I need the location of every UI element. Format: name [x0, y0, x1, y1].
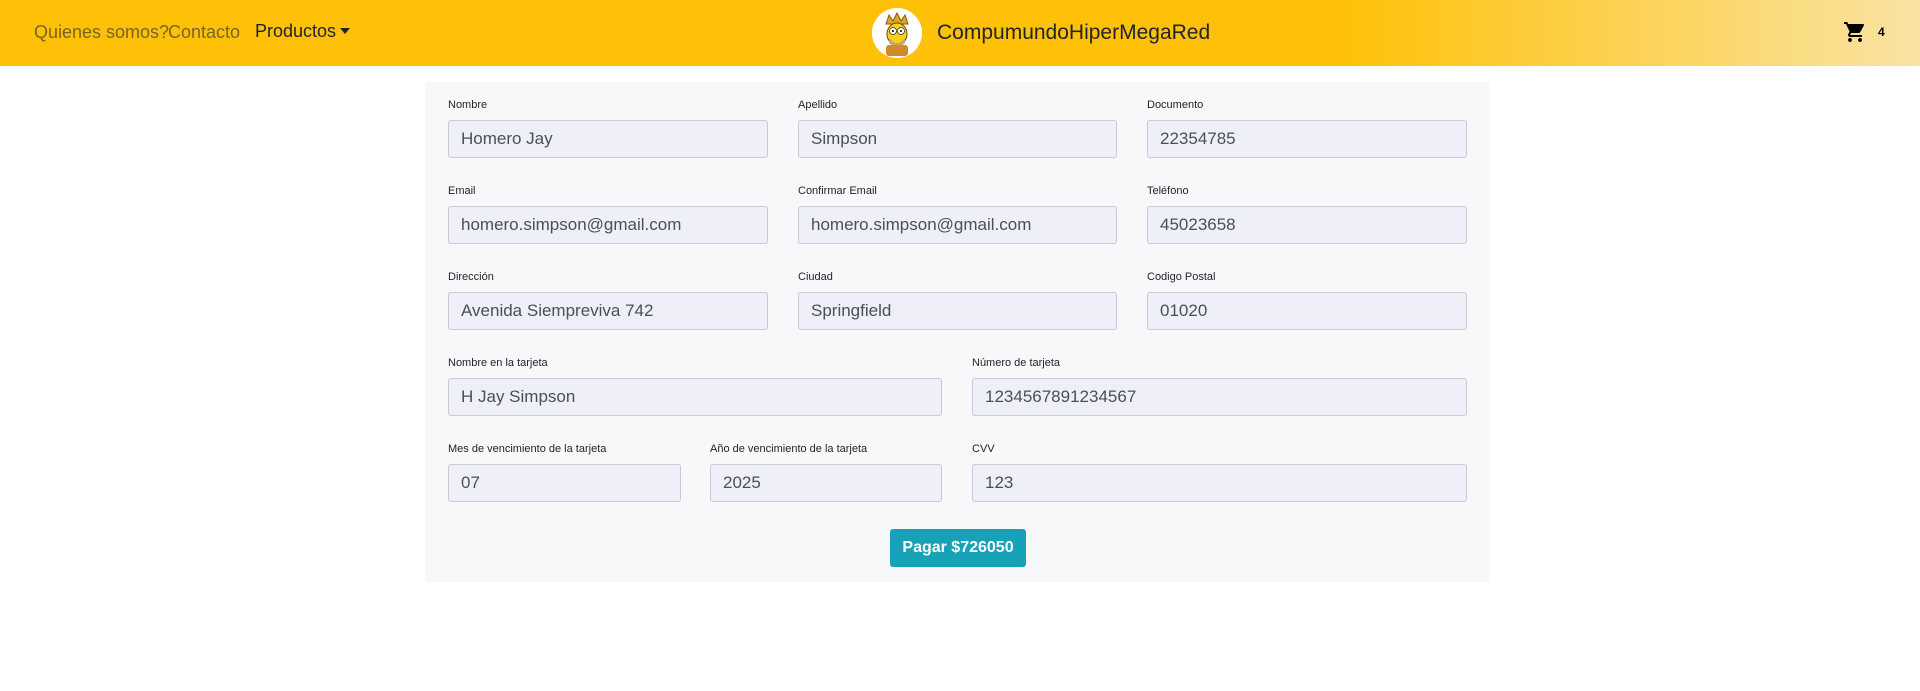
field-codigo-postal: Codigo Postal — [1147, 270, 1467, 330]
ciudad-input[interactable] — [798, 292, 1117, 330]
direccion-input[interactable] — [448, 292, 768, 330]
checkout-form: Nombre Apellido Documento Email Confirma… — [425, 82, 1490, 582]
field-numero-tarjeta: Número de tarjeta — [972, 356, 1467, 416]
navbar: Quienes somos? Contacto Productos Compum… — [0, 0, 1920, 66]
cart-button[interactable]: 4 — [1843, 20, 1885, 44]
numero-tarjeta-label: Número de tarjeta — [972, 357, 1061, 369]
field-mes-vencimiento: Mes de vencimiento de la tarjeta — [448, 442, 681, 502]
cvv-label: CVV — [972, 443, 995, 455]
field-email: Email — [448, 184, 768, 244]
nav-link-quienes-somos[interactable]: Quienes somos? — [34, 22, 169, 43]
field-anio-vencimiento: Año de vencimiento de la tarjeta — [710, 442, 942, 502]
apellido-label: Apellido — [798, 99, 838, 111]
direccion-label: Dirección — [448, 271, 494, 283]
field-confirmar-email: Confirmar Email — [798, 184, 1117, 244]
field-ciudad: Ciudad — [798, 270, 1117, 330]
field-nombre-tarjeta: Nombre en la tarjeta — [448, 356, 942, 416]
caret-down-icon — [340, 28, 351, 34]
nombre-tarjeta-input[interactable] — [448, 378, 942, 416]
field-documento: Documento — [1147, 98, 1467, 158]
brand-name: CompumundoHiperMegaRed — [937, 21, 1211, 44]
field-telefono: Teléfono — [1147, 184, 1467, 244]
field-cvv: CVV — [972, 442, 1467, 502]
anio-vencimiento-label: Año de vencimiento de la tarjeta — [710, 443, 868, 455]
mes-vencimiento-input[interactable] — [448, 464, 681, 502]
numero-tarjeta-input[interactable] — [972, 378, 1467, 416]
ciudad-label: Ciudad — [798, 271, 833, 283]
telefono-label: Teléfono — [1147, 185, 1189, 197]
anio-vencimiento-input[interactable] — [710, 464, 942, 502]
nombre-input[interactable] — [448, 120, 768, 158]
confirmar-email-label: Confirmar Email — [798, 185, 877, 197]
cart-count: 4 — [1878, 25, 1885, 39]
email-label: Email — [448, 185, 476, 197]
field-apellido: Apellido — [798, 98, 1117, 158]
nombre-tarjeta-label: Nombre en la tarjeta — [448, 357, 548, 369]
documento-label: Documento — [1147, 99, 1204, 111]
email-input[interactable] — [448, 206, 768, 244]
cvv-input[interactable] — [972, 464, 1467, 502]
nav-dropdown-productos[interactable]: Productos — [255, 21, 351, 42]
apellido-input[interactable] — [798, 120, 1117, 158]
productos-label: Productos — [255, 21, 337, 41]
telefono-input[interactable] — [1147, 206, 1467, 244]
field-nombre: Nombre — [448, 98, 768, 158]
nombre-label: Nombre — [448, 99, 488, 111]
brand-link[interactable]: CompumundoHiperMegaRed — [872, 6, 1210, 60]
mes-vencimiento-label: Mes de vencimiento de la tarjeta — [448, 443, 607, 455]
pay-button[interactable]: Pagar $726050 — [890, 529, 1026, 567]
codigo-postal-input[interactable] — [1147, 292, 1467, 330]
shopping-cart-icon — [1844, 22, 1865, 42]
documento-input[interactable] — [1147, 120, 1467, 158]
confirmar-email-input[interactable] — [798, 206, 1117, 244]
field-direccion: Dirección — [448, 270, 768, 330]
codigo-postal-label: Codigo Postal — [1147, 271, 1216, 283]
homer-king-avatar-icon — [872, 8, 922, 58]
nav-link-contacto[interactable]: Contacto — [168, 22, 240, 43]
